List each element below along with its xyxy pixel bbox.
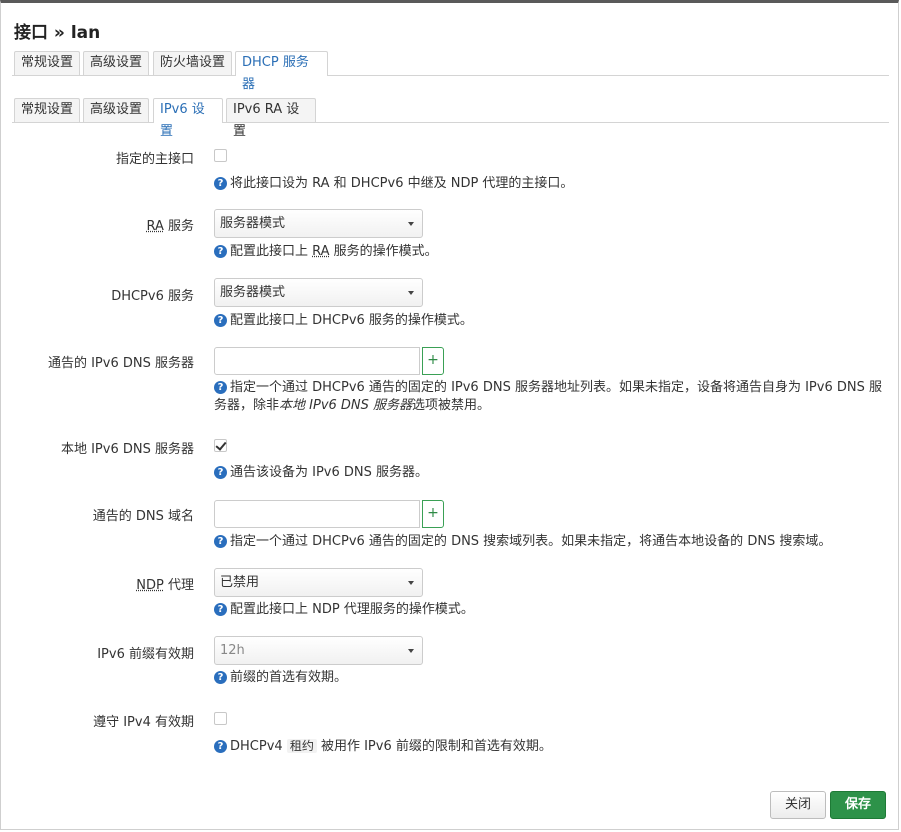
- save-button[interactable]: 保存: [830, 791, 886, 819]
- dns-servers-help: ? 指定一个通过 DHCPv6 通告的固定的 IPv6 DNS 服务器地址列表。如…: [214, 380, 882, 413]
- dns-domain-add-button[interactable]: +: [422, 500, 444, 528]
- ra-label: RA 服务: [146, 219, 194, 234]
- ra-select[interactable]: 服务器模式: [214, 209, 423, 238]
- chevron-down-icon: [408, 291, 414, 295]
- dns-servers-label: 通告的 IPv6 DNS 服务器: [47, 356, 194, 371]
- ndp-help: ? 配置此接口上 NDP 代理服务的操作模式。: [214, 601, 886, 619]
- dns-domain-label: 通告的 DNS 域名: [92, 509, 194, 524]
- subtab-advanced[interactable]: 高级设置: [83, 98, 149, 122]
- master-checkbox[interactable]: [214, 149, 227, 162]
- ipv4-lifetime-checkbox[interactable]: [214, 712, 227, 725]
- dhcpv6-label: DHCPv6 服务: [111, 289, 194, 304]
- tab-dhcp-server[interactable]: DHCP 服务器: [235, 51, 328, 92]
- dhcpv6-help: ? 配置此接口上 DHCPv6 服务的操作模式。: [214, 312, 886, 330]
- tab-firewall[interactable]: 防火墙设置: [153, 51, 232, 75]
- help-icon: ?: [214, 740, 227, 753]
- tab-general[interactable]: 常规设置: [14, 51, 80, 75]
- local-dns-help: ? 通告该设备为 IPv6 DNS 服务器。: [214, 464, 886, 482]
- subtab-ipv6-ra[interactable]: IPv6 RA 设置: [226, 98, 316, 139]
- dns-servers-input[interactable]: [214, 347, 420, 375]
- sub-tabs: 常规设置 高级设置 IPv6 设置 IPv6 RA 设置: [12, 98, 889, 139]
- help-icon: ?: [214, 671, 227, 684]
- ndp-label: NDP 代理: [136, 578, 194, 593]
- page-title: 接口 » lan: [14, 23, 101, 43]
- subtab-general[interactable]: 常规设置: [14, 98, 80, 122]
- ipv4-lifetime-label: 遵守 IPv4 有效期: [93, 715, 194, 730]
- chevron-down-icon: [408, 649, 414, 653]
- local-dns-checkbox[interactable]: [214, 439, 227, 452]
- help-icon: ?: [214, 381, 227, 394]
- ra-help: ? 配置此接口上 RA 服务的操作模式。: [214, 243, 886, 261]
- subtab-ipv6[interactable]: IPv6 设置: [153, 98, 223, 139]
- dns-domain-input[interactable]: [214, 500, 420, 528]
- help-icon: ?: [214, 314, 227, 327]
- help-icon: ?: [214, 466, 227, 479]
- prefix-lifetime-label: IPv6 前缀有效期: [97, 647, 194, 662]
- dialog-frame: [0, 0, 899, 830]
- ipv4-lifetime-help: ? DHCPv4 租约 被用作 IPv6 前缀的限制和首选有效期。: [214, 737, 886, 756]
- dns-servers-add-button[interactable]: +: [422, 347, 444, 375]
- help-icon: ?: [214, 177, 227, 190]
- master-help: ? 将此接口设为 RA 和 DHCPv6 中继及 NDP 代理的主接口。: [214, 175, 886, 193]
- dhcpv6-select[interactable]: 服务器模式: [214, 278, 423, 307]
- prefix-lifetime-select[interactable]: 12h: [214, 636, 423, 665]
- help-icon: ?: [214, 535, 227, 548]
- chevron-down-icon: [408, 581, 414, 585]
- chevron-down-icon: [408, 222, 414, 226]
- help-icon: ?: [214, 603, 227, 616]
- local-dns-label: 本地 IPv6 DNS 服务器: [60, 442, 194, 457]
- ndp-select[interactable]: 已禁用: [214, 568, 423, 597]
- dns-domain-help: ? 指定一个通过 DHCPv6 通告的固定的 DNS 搜索域列表。如果未指定，将通…: [214, 533, 886, 551]
- close-button[interactable]: 关闭: [770, 791, 826, 819]
- main-tabs: 常规设置 高级设置 防火墙设置 DHCP 服务器: [12, 51, 889, 92]
- tab-advanced[interactable]: 高级设置: [83, 51, 149, 75]
- master-label: 指定的主接口: [115, 152, 194, 167]
- help-icon: ?: [214, 245, 227, 258]
- prefix-lifetime-help: ? 前缀的首选有效期。: [214, 669, 886, 687]
